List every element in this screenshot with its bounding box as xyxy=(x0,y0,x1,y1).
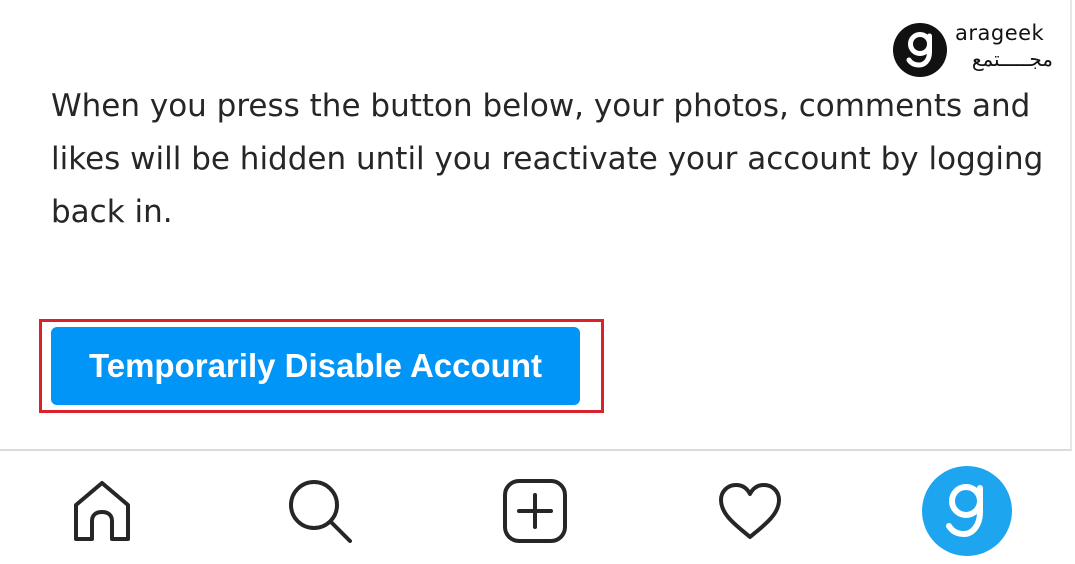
heart-icon xyxy=(719,483,781,539)
plus-square-icon xyxy=(503,479,567,543)
nav-new-post[interactable] xyxy=(485,458,585,564)
watermark-arabic-text: مجـــــتمع xyxy=(971,47,1053,71)
disable-description: When you press the button below, your ph… xyxy=(51,88,1044,230)
nav-search[interactable] xyxy=(270,458,370,564)
arageek-watermark: arageek مجـــــتمع xyxy=(893,21,1055,77)
avatar xyxy=(922,466,1012,556)
nav-home[interactable] xyxy=(52,458,152,564)
bottom-navigation-bar xyxy=(0,458,1075,564)
search-icon xyxy=(289,480,352,543)
profile-g-icon xyxy=(946,484,983,538)
nav-activity[interactable] xyxy=(700,458,800,564)
nav-profile[interactable] xyxy=(917,458,1017,564)
home-icon xyxy=(74,481,130,541)
arageek-logo-icon xyxy=(893,23,947,77)
disable-account-panel: arageek مجـــــتمع When you press the bu… xyxy=(0,0,1072,451)
watermark-latin-text: arageek xyxy=(955,21,1045,45)
temporarily-disable-account-button[interactable]: Temporarily Disable Account xyxy=(51,327,580,405)
